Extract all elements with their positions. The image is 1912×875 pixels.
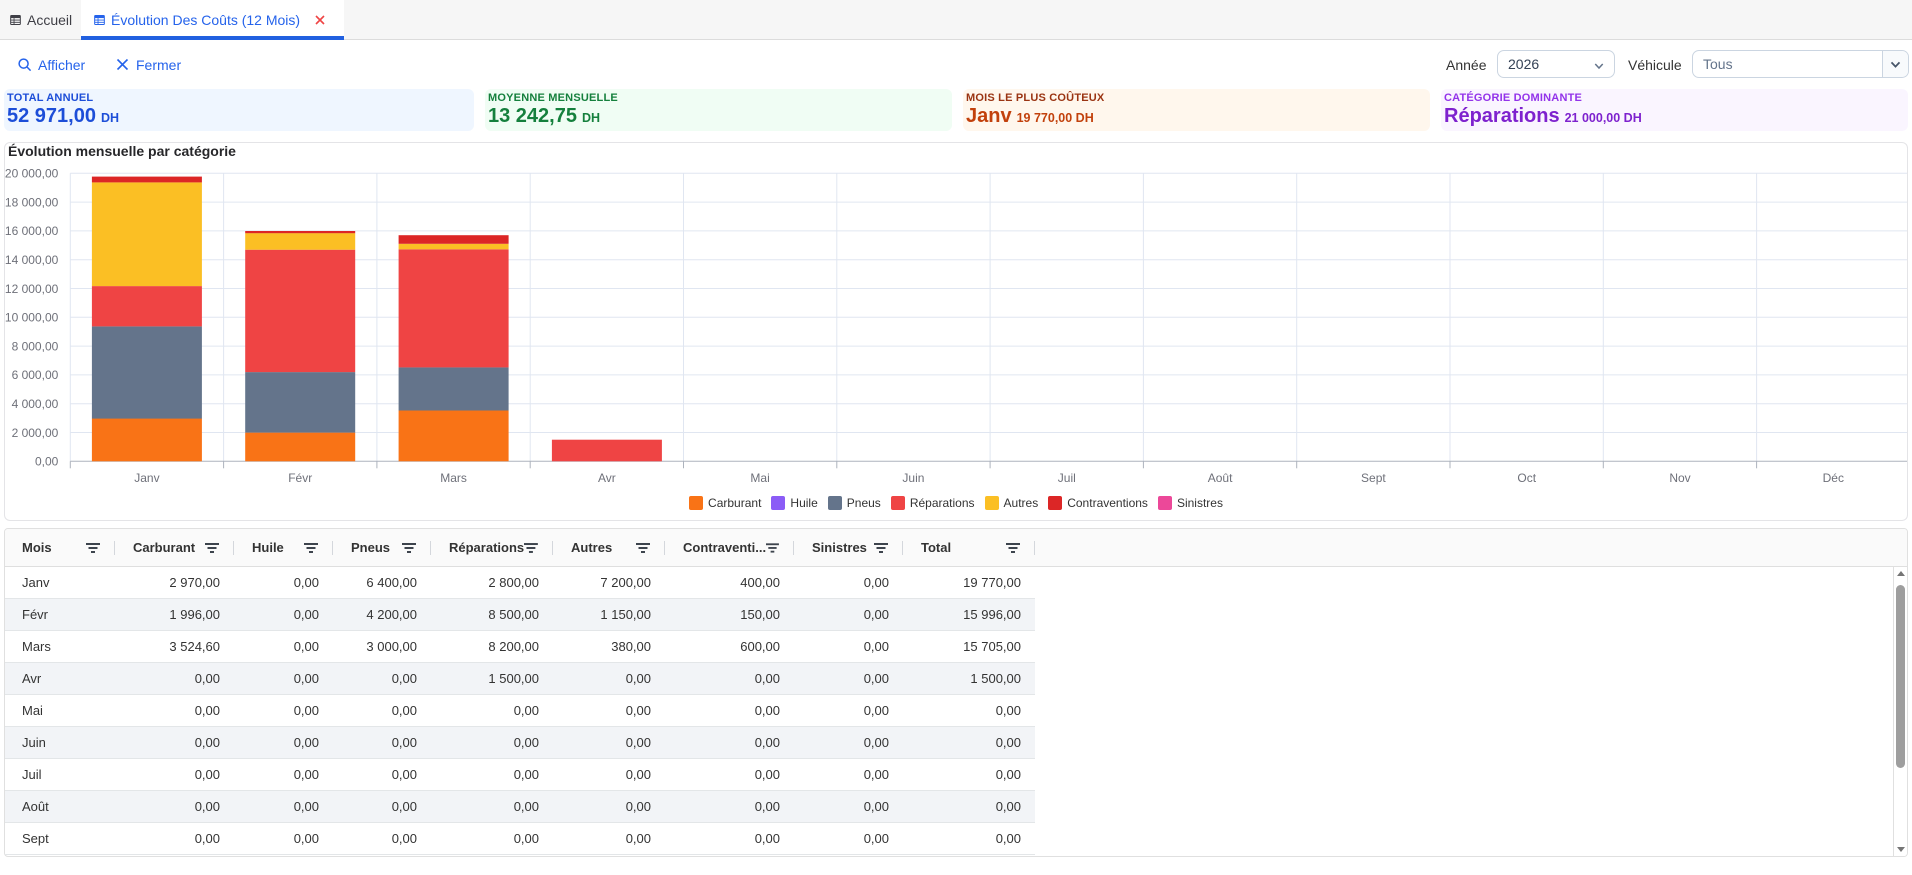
svg-text:20 000,00: 20 000,00 — [5, 167, 59, 181]
svg-text:Oct: Oct — [1517, 471, 1536, 485]
svg-text:Nov: Nov — [1669, 471, 1690, 485]
svg-text:14 000,00: 14 000,00 — [5, 253, 59, 267]
svg-text:Juin: Juin — [902, 471, 924, 485]
svg-text:Sept: Sept — [1361, 471, 1386, 485]
svg-text:Août: Août — [1208, 471, 1233, 485]
svg-text:16 000,00: 16 000,00 — [5, 224, 59, 238]
svg-text:Avr: Avr — [598, 471, 616, 485]
svg-text:12 000,00: 12 000,00 — [5, 282, 59, 296]
svg-text:Févr: Févr — [288, 471, 312, 485]
svg-text:Mars: Mars — [440, 471, 467, 485]
svg-text:8 000,00: 8 000,00 — [12, 339, 59, 353]
svg-text:Déc: Déc — [1823, 471, 1844, 485]
svg-text:Mai: Mai — [750, 471, 769, 485]
svg-text:6 000,00: 6 000,00 — [12, 368, 59, 382]
svg-text:10 000,00: 10 000,00 — [5, 311, 59, 325]
svg-text:0,00: 0,00 — [35, 455, 59, 469]
svg-text:4 000,00: 4 000,00 — [12, 397, 59, 411]
svg-text:18 000,00: 18 000,00 — [5, 195, 59, 209]
svg-text:Janv: Janv — [134, 471, 159, 485]
svg-text:Juil: Juil — [1058, 471, 1076, 485]
svg-text:2 000,00: 2 000,00 — [12, 426, 59, 440]
